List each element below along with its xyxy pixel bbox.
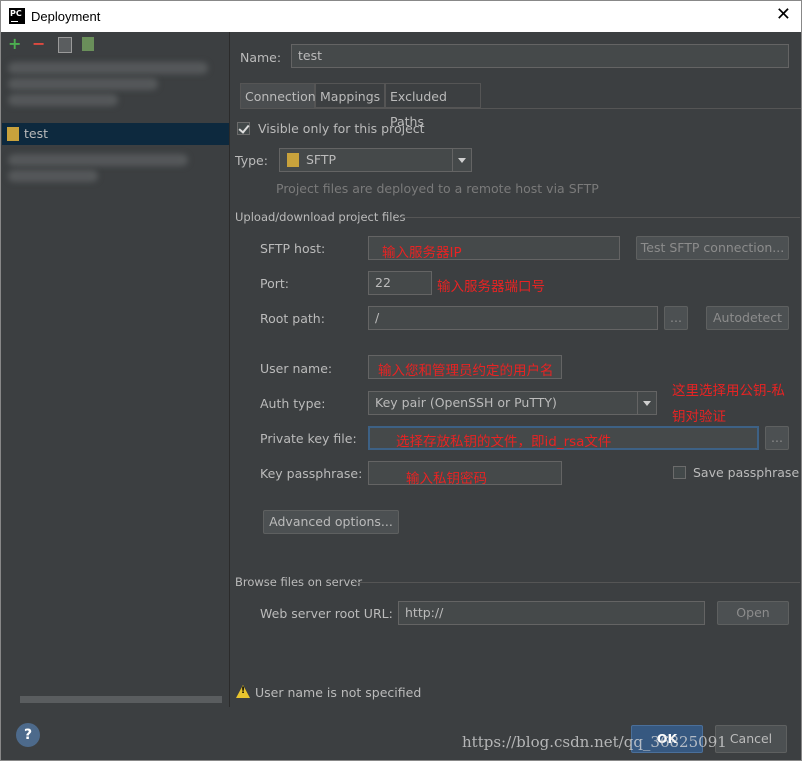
port-input[interactable]: 22: [368, 271, 432, 295]
tab-mappings[interactable]: Mappings: [315, 83, 385, 108]
blurred-server-item[interactable]: [8, 170, 98, 182]
annotation-passphrase: 输入私钥密码: [406, 471, 487, 487]
annotation-auth-line2: 钥对验证: [672, 409, 726, 425]
open-button[interactable]: Open: [717, 601, 789, 625]
warning-message: User name is not specified: [255, 685, 422, 700]
annotation-auth-line1: 这里选择用公钥-私: [672, 383, 785, 399]
save-passphrase-label: Save passphrase: [693, 465, 800, 480]
root-path-input[interactable]: /: [368, 306, 658, 330]
annotation-user: 输入您和管理员约定的用户名: [378, 363, 554, 379]
visible-only-label: Visible only for this project: [258, 121, 425, 136]
private-key-label: Private key file:: [260, 431, 357, 446]
root-path-browse-button[interactable]: ...: [664, 306, 688, 330]
section-divider: [398, 217, 800, 218]
type-label: Type:: [235, 153, 268, 168]
auth-type-value: Key pair (OpenSSH or PuTTY): [375, 395, 557, 410]
pycharm-icon: PC: [9, 8, 25, 24]
copy-icon[interactable]: [58, 37, 72, 53]
private-key-browse-button[interactable]: ...: [765, 426, 789, 450]
root-path-label: Root path:: [260, 311, 325, 326]
port-label: Port:: [260, 276, 289, 291]
section-browse-title: Browse files on server: [235, 575, 363, 589]
tab-underline: [240, 108, 801, 109]
server-list-panel: + − test: [2, 32, 230, 707]
warning-icon: [236, 685, 250, 698]
blurred-server-item[interactable]: [8, 94, 118, 106]
advanced-options-button[interactable]: Advanced options...: [263, 510, 399, 534]
remove-icon[interactable]: −: [32, 35, 45, 53]
tab-connection[interactable]: Connection: [240, 83, 316, 108]
type-value: SFTP: [306, 152, 337, 167]
chevron-down-icon: [637, 392, 656, 414]
key-passphrase-label: Key passphrase:: [260, 466, 363, 481]
autodetect-button[interactable]: Autodetect: [706, 306, 789, 330]
name-label: Name:: [240, 50, 282, 65]
test-connection-button[interactable]: Test SFTP connection...: [636, 236, 789, 260]
section-upload-title: Upload/download project files: [235, 210, 406, 224]
blurred-server-item[interactable]: [8, 78, 158, 90]
sftp-host-label: SFTP host:: [260, 241, 326, 256]
server-item-test[interactable]: test: [2, 123, 229, 145]
type-hint: Project files are deployed to a remote h…: [276, 181, 599, 196]
server-list[interactable]: test: [2, 56, 229, 707]
annotation-key: 选择存放私钥的文件，即id_rsa文件: [396, 434, 612, 450]
blurred-server-item[interactable]: [8, 62, 208, 74]
annotation-port: 输入服务器端口号: [437, 279, 545, 295]
window-title: Deployment: [31, 9, 101, 24]
auth-type-label: Auth type:: [260, 396, 326, 411]
sftp-icon: [287, 153, 299, 167]
sftp-server-icon: [7, 127, 19, 141]
visible-only-checkbox[interactable]: [237, 122, 250, 135]
deployment-dialog: PC Deployment ✕ + − test Name: test Conn…: [0, 0, 802, 761]
close-icon[interactable]: ✕: [776, 4, 791, 25]
user-name-label: User name:: [260, 361, 333, 376]
add-icon[interactable]: +: [8, 35, 21, 53]
help-icon[interactable]: ?: [16, 723, 40, 747]
server-config-panel: Name: test Connection Mappings Excluded …: [230, 32, 801, 707]
title-bar: PC Deployment ✕: [1, 1, 801, 32]
web-root-label: Web server root URL:: [260, 606, 393, 621]
name-input[interactable]: test: [291, 44, 789, 68]
annotation-host: 输入服务器IP: [382, 245, 462, 261]
dialog-footer: ? OK Cancel https://blog.csdn.net/qq_368…: [2, 707, 801, 760]
tab-excluded-paths[interactable]: Excluded Paths: [385, 83, 481, 129]
auth-type-select[interactable]: Key pair (OpenSSH or PuTTY): [368, 391, 657, 415]
server-item-label: test: [24, 126, 49, 141]
blurred-server-item[interactable]: [8, 154, 188, 166]
web-root-input[interactable]: http://: [398, 601, 705, 625]
watermark: https://blog.csdn.net/qq_36825091: [462, 733, 727, 751]
save-passphrase-checkbox[interactable]: [673, 466, 686, 479]
section-divider: [354, 582, 800, 583]
chevron-down-icon: [452, 149, 471, 171]
use-as-default-icon[interactable]: [82, 37, 94, 51]
type-select[interactable]: SFTP: [279, 148, 472, 172]
horizontal-scrollbar[interactable]: [20, 696, 222, 703]
